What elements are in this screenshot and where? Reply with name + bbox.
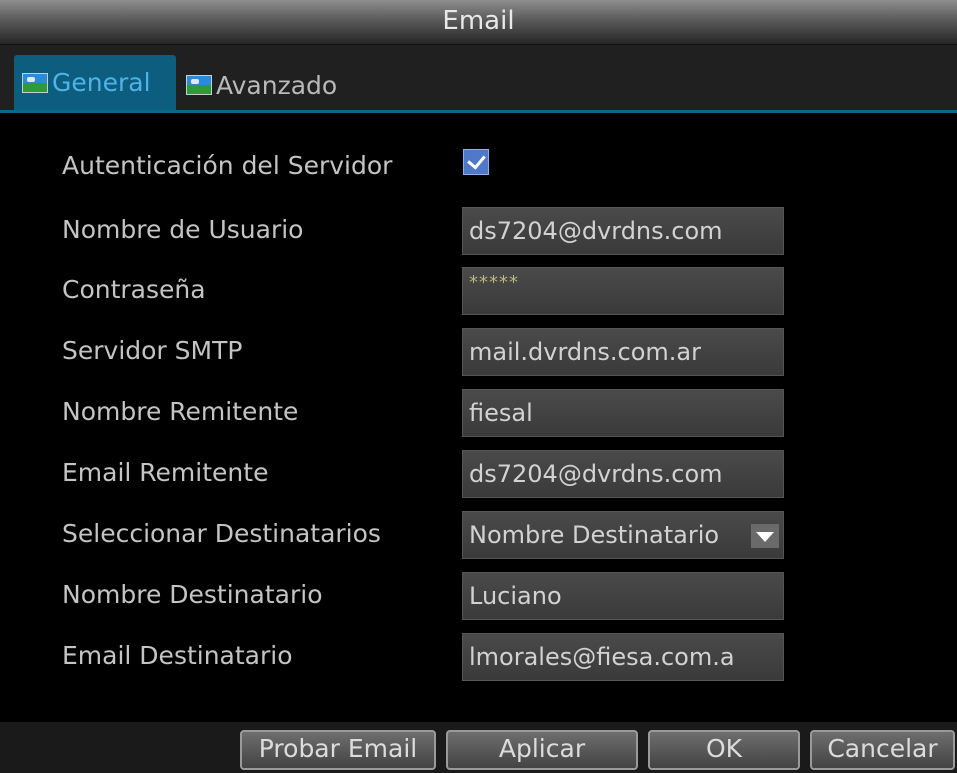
select-recipients-value: Nombre Destinatario [469, 521, 720, 549]
ok-button[interactable]: OK [648, 730, 800, 770]
sender-name-row: Nombre Remitente fiesal [0, 389, 957, 439]
image-icon [22, 72, 48, 93]
server-auth-row: Autenticación del Servidor [0, 143, 957, 193]
recipient-name-label: Nombre Destinatario [62, 580, 323, 609]
recipient-email-row: Email Destinatario lmorales@fiesa.com.a [0, 633, 957, 683]
password-label: Contraseña [62, 275, 206, 304]
select-recipients-label: Seleccionar Destinatarios [62, 519, 381, 548]
recipient-name-field[interactable]: Luciano [462, 572, 784, 620]
sender-email-label: Email Remitente [62, 458, 269, 487]
email-settings-window: Email General Avanzado Autenticación del… [0, 0, 957, 773]
chevron-down-icon[interactable] [751, 524, 779, 548]
smtp-server-field[interactable]: mail.dvrdns.com.ar [462, 328, 784, 376]
sender-name-field[interactable]: fiesal [462, 389, 784, 437]
image-icon [186, 75, 212, 95]
tab-general-label: General [52, 68, 151, 97]
server-auth-label: Autenticación del Servidor [62, 151, 393, 180]
recipient-email-label: Email Destinatario [62, 641, 293, 670]
apply-button[interactable]: Aplicar [446, 730, 638, 770]
test-email-button[interactable]: Probar Email [240, 730, 436, 770]
cancel-button[interactable]: Cancelar [810, 730, 955, 770]
recipient-name-row: Nombre Destinatario Luciano [0, 572, 957, 622]
window-title: Email [442, 6, 515, 36]
username-row: Nombre de Usuario ds7204@dvrdns.com [0, 207, 957, 257]
recipient-email-field[interactable]: lmorales@fiesa.com.a [462, 633, 784, 681]
server-auth-checkbox[interactable] [463, 149, 489, 175]
sender-name-label: Nombre Remitente [62, 397, 299, 426]
smtp-server-label: Servidor SMTP [62, 336, 243, 365]
tab-general[interactable]: General [14, 55, 176, 110]
select-recipients-dropdown[interactable]: Nombre Destinatario [462, 511, 784, 559]
smtp-server-row: Servidor SMTP mail.dvrdns.com.ar [0, 328, 957, 378]
username-field[interactable]: ds7204@dvrdns.com [462, 207, 784, 255]
username-label: Nombre de Usuario [62, 215, 304, 244]
tab-bar: General Avanzado [0, 45, 957, 113]
tab-avanzado-label: Avanzado [216, 70, 338, 100]
title-bar: Email [0, 0, 957, 45]
tab-avanzado[interactable]: Avanzado [178, 63, 368, 107]
select-recipients-row: Seleccionar Destinatarios Nombre Destina… [0, 511, 957, 561]
button-bar: Probar Email Aplicar OK Cancelar [0, 722, 957, 773]
password-row: Contraseña ***** [0, 267, 957, 317]
sender-email-row: Email Remitente ds7204@dvrdns.com [0, 450, 957, 500]
sender-email-field[interactable]: ds7204@dvrdns.com [462, 450, 784, 498]
password-field[interactable]: ***** [462, 267, 784, 315]
settings-form: Autenticación del Servidor Nombre de Usu… [0, 113, 957, 720]
